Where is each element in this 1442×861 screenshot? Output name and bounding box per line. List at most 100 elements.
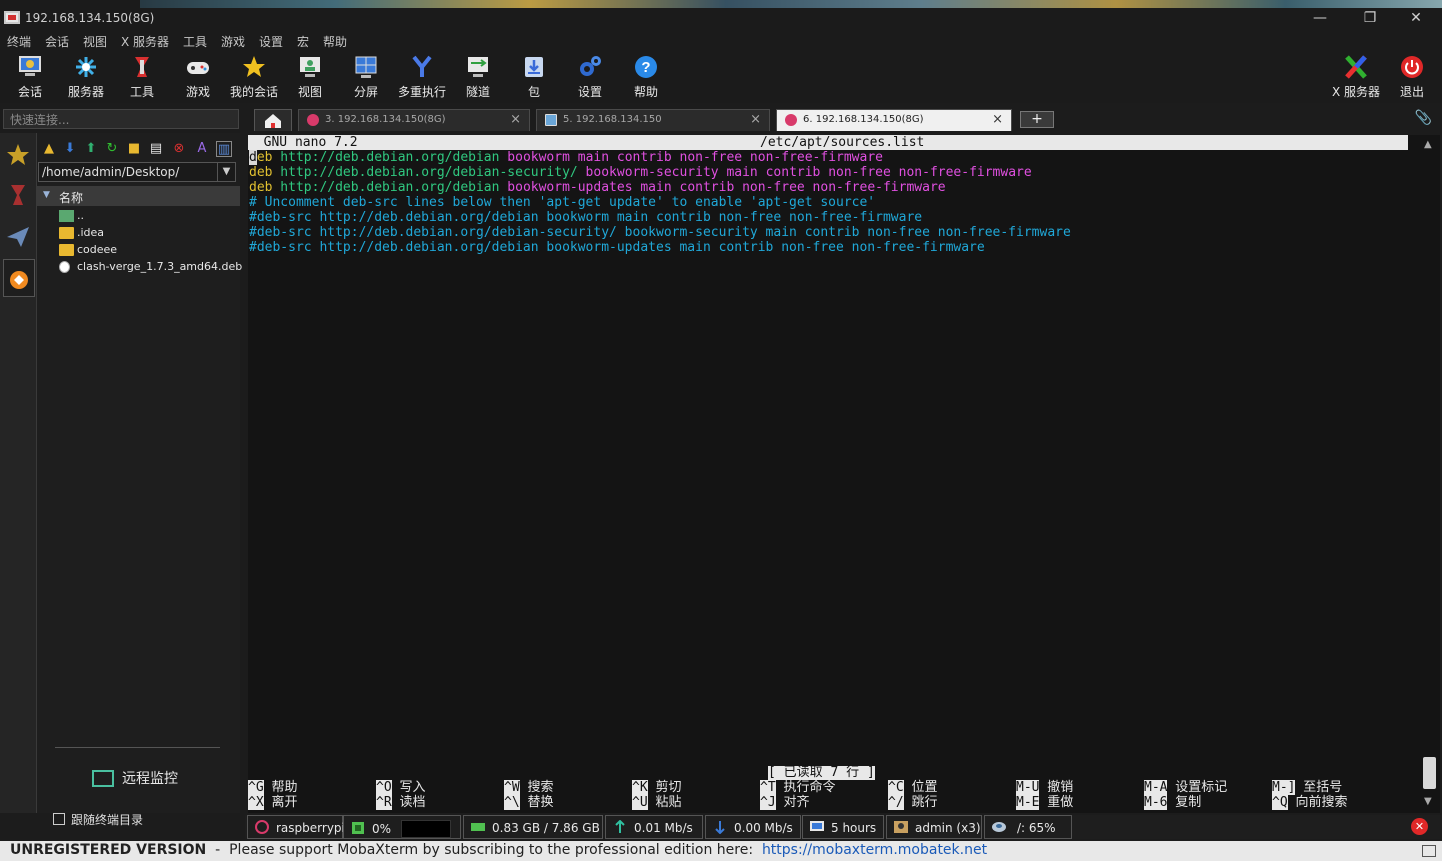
package-download-icon bbox=[521, 54, 547, 80]
close-status-icon[interactable]: ✕ bbox=[1411, 818, 1428, 835]
tab-close-icon[interactable]: × bbox=[750, 112, 761, 127]
nano-shortcut: ^Q 向前搜索 bbox=[1272, 795, 1347, 810]
games-button[interactable]: 游戏 bbox=[172, 52, 224, 100]
file-row-codeee[interactable]: codeee bbox=[59, 243, 239, 260]
tunnel-icon bbox=[465, 54, 491, 80]
multiexec-button[interactable]: 多重执行 bbox=[396, 52, 448, 100]
terminal-line: deb http://deb.debian.org/debian bookwor… bbox=[249, 150, 883, 165]
split-screen-icon bbox=[353, 54, 379, 80]
packages-button[interactable]: 包 bbox=[508, 52, 560, 100]
terminal-view[interactable]: GNU nano 7.2/etc/apt/sources.list deb ht… bbox=[248, 135, 1420, 813]
toggle-view-icon[interactable]: ▥ bbox=[216, 141, 232, 157]
scroll-thumb[interactable] bbox=[1423, 757, 1436, 789]
help-button[interactable]: ? 帮助 bbox=[620, 52, 672, 100]
parent-dir-icon bbox=[59, 210, 74, 222]
tab-session-5[interactable]: 5. 192.168.134.150 × bbox=[536, 109, 770, 131]
tab-session-6[interactable]: 6. 192.168.134.150(8G) × bbox=[776, 109, 1012, 131]
servers-button[interactable]: 服务器 bbox=[60, 52, 112, 100]
power-icon bbox=[1399, 54, 1425, 80]
quick-connect-input[interactable]: 快速连接... bbox=[3, 109, 239, 129]
menu-games[interactable]: 游戏 bbox=[221, 33, 245, 50]
new-folder-icon[interactable]: ■ bbox=[126, 141, 142, 157]
terminal-line: deb http://deb.debian.org/debian-securit… bbox=[249, 165, 1032, 180]
nano-shortcut: M-E 重做 bbox=[1016, 795, 1073, 810]
refresh-icon[interactable]: ↻ bbox=[104, 141, 120, 157]
delete-icon[interactable]: ⊗ bbox=[171, 141, 187, 157]
home-tab[interactable] bbox=[254, 109, 292, 131]
subscribe-link[interactable]: https://mobaxterm.mobatek.net bbox=[762, 842, 987, 858]
chevron-down-icon[interactable]: ▼ bbox=[217, 163, 235, 181]
shortcut-key: M-A bbox=[1144, 780, 1168, 795]
exit-button[interactable]: 退出 bbox=[1386, 52, 1438, 100]
menu-settings[interactable]: 设置 bbox=[259, 33, 283, 50]
tab-close-icon[interactable]: × bbox=[992, 112, 1003, 127]
parent-folder-icon[interactable]: ▲ bbox=[41, 141, 57, 157]
gamepad-icon bbox=[185, 54, 211, 80]
uptime-icon bbox=[809, 820, 825, 834]
shortcut-label: 剪切 bbox=[647, 780, 682, 795]
tools-dock-button[interactable] bbox=[3, 177, 35, 215]
file-row-idea[interactable]: .idea bbox=[59, 226, 239, 243]
terminal-scrollbar[interactable]: ▲ ▼ bbox=[1420, 135, 1440, 813]
shortcut-label: 帮助 bbox=[263, 780, 298, 795]
tab-label: 5. 192.168.134.150 bbox=[563, 114, 662, 125]
my-sessions-button[interactable]: 我的会话 bbox=[228, 52, 280, 100]
star-icon bbox=[241, 54, 267, 80]
shortcut-label: 设置标记 bbox=[1167, 780, 1228, 795]
tab-close-icon[interactable]: × bbox=[510, 112, 521, 127]
multiexec-icon bbox=[409, 54, 435, 80]
file-row-parent[interactable]: .. bbox=[59, 209, 239, 226]
uptime-segment: 5 hours bbox=[802, 815, 884, 839]
menu-xserver[interactable]: X 服务器 bbox=[121, 33, 169, 50]
tab-label: 6. 192.168.134.150(8G) bbox=[803, 114, 924, 125]
nano-shortcut: ^\ 替换 bbox=[504, 795, 553, 810]
new-tab-button[interactable]: + bbox=[1020, 111, 1054, 128]
macros-dock-button[interactable] bbox=[3, 219, 35, 257]
xserver-button[interactable]: X 服务器 bbox=[1330, 52, 1382, 100]
shortcut-label: 写入 bbox=[391, 780, 426, 795]
servers-icon bbox=[73, 54, 99, 80]
status-bar: raspberrypi 0% 0.83 GB / 7.86 GB 0.01 Mb… bbox=[245, 815, 1442, 839]
remote-monitoring-button[interactable]: 远程监控 bbox=[92, 768, 178, 788]
tab-label: 3. 192.168.134.150(8G) bbox=[325, 114, 446, 125]
file-row-deb[interactable]: clash-verge_1.7.3_amd64.deb bbox=[59, 260, 242, 277]
shortcut-label: 粘贴 bbox=[647, 795, 682, 810]
menu-view[interactable]: 视图 bbox=[83, 33, 107, 50]
tools-button[interactable]: 工具 bbox=[116, 52, 168, 100]
shortcut-label: 向前搜索 bbox=[1287, 795, 1348, 810]
split-button[interactable]: 分屏 bbox=[340, 52, 392, 100]
settings-button[interactable]: 设置 bbox=[564, 52, 616, 100]
upload-icon[interactable]: ⬆ bbox=[83, 141, 99, 157]
tunnel-button[interactable]: 隧道 bbox=[452, 52, 504, 100]
menu-help[interactable]: 帮助 bbox=[323, 33, 347, 50]
shortcut-label: 位置 bbox=[903, 780, 938, 795]
disk-icon bbox=[991, 820, 1007, 834]
view-button[interactable]: 视图 bbox=[284, 52, 336, 100]
menu-tools[interactable]: 工具 bbox=[183, 33, 207, 50]
shortcut-key: ^O bbox=[376, 780, 392, 795]
rename-icon[interactable]: A bbox=[194, 141, 210, 157]
remote-path-input[interactable]: /home/admin/Desktop/ ▼ bbox=[38, 162, 236, 182]
sessions-dock-button[interactable] bbox=[3, 137, 35, 175]
paperclip-icon[interactable]: 📎 bbox=[1415, 110, 1432, 126]
follow-terminal-checkbox[interactable]: 跟随终端目录 bbox=[53, 811, 143, 828]
name-column-header[interactable]: 名称 bbox=[37, 186, 240, 206]
scroll-up-icon[interactable]: ▲ bbox=[1424, 139, 1432, 150]
menu-macros[interactable]: 宏 bbox=[297, 33, 309, 50]
terminal-comment-line: #deb-src http://deb.debian.org/debian-se… bbox=[249, 225, 1071, 240]
session-button[interactable]: 会话 bbox=[4, 52, 56, 100]
menu-terminal[interactable]: 终端 bbox=[7, 33, 31, 50]
scroll-down-icon[interactable]: ▼ bbox=[1424, 796, 1432, 807]
sftp-dock-button[interactable] bbox=[3, 259, 35, 297]
download-icon[interactable]: ⬇ bbox=[62, 141, 78, 157]
shortcut-label: 搜索 bbox=[519, 780, 554, 795]
minimize-icon[interactable]: — bbox=[1310, 8, 1330, 28]
new-file-icon[interactable]: ▤ bbox=[148, 141, 164, 157]
tab-session-3[interactable]: 3. 192.168.134.150(8G) × bbox=[298, 109, 530, 131]
close-window-icon[interactable]: ✕ bbox=[1406, 8, 1426, 28]
window-corner-icon[interactable] bbox=[1422, 845, 1436, 857]
restore-icon[interactable]: ❐ bbox=[1360, 8, 1380, 28]
nano-shortcut: ^G 帮助 bbox=[248, 780, 297, 795]
checkbox[interactable] bbox=[53, 813, 65, 825]
menu-sessions[interactable]: 会话 bbox=[45, 33, 69, 50]
